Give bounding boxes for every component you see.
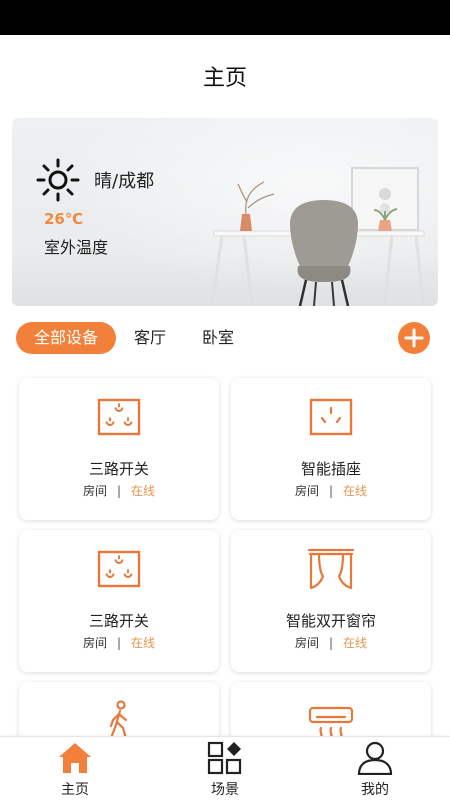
- device-meta: 房间 | 在线: [231, 634, 431, 651]
- meta-separator: |: [328, 484, 334, 498]
- tab-living-room[interactable]: 客厅: [134, 322, 166, 354]
- device-card[interactable]: 智能插座 房间 | 在线: [231, 378, 431, 520]
- weather-summary: 晴/成都: [36, 158, 154, 202]
- sun-icon: [36, 158, 80, 202]
- device-meta: 房间 | 在线: [231, 482, 431, 499]
- device-name: 三路开关: [88, 460, 149, 478]
- three-way-switch-icon: [97, 398, 141, 436]
- device-status: 在线: [343, 484, 368, 498]
- meta-separator: |: [116, 636, 122, 650]
- tab-bedroom[interactable]: 卧室: [202, 322, 234, 354]
- nav-home[interactable]: 主页: [25, 741, 125, 799]
- status-bar: [0, 0, 450, 35]
- room-tabs: 全部设备 客厅 卧室: [16, 322, 436, 356]
- device-card[interactable]: 三路开关 房间 | 在线: [19, 378, 219, 520]
- curtain-icon: [307, 548, 355, 590]
- smart-socket-icon: [309, 398, 353, 436]
- page-title: 主页: [202, 66, 247, 91]
- tab-all-devices[interactable]: 全部设备: [16, 322, 116, 354]
- add-device-button[interactable]: [398, 322, 430, 354]
- meta-separator: |: [328, 636, 334, 650]
- nav-profile[interactable]: 我的: [325, 741, 425, 799]
- device-name: 三路开关: [88, 612, 149, 630]
- nav-label-scene: 场景: [211, 782, 239, 798]
- profile-icon: [357, 741, 393, 775]
- nav-label-home: 主页: [61, 782, 89, 798]
- home-icon: [59, 743, 91, 773]
- meta-separator: |: [116, 484, 122, 498]
- weather-banner[interactable]: 晴/成都 26℃ 室外温度: [12, 118, 438, 306]
- device-name: 智能双开窗帘: [285, 612, 376, 630]
- plus-icon: [404, 328, 424, 348]
- nav-scene[interactable]: 场景: [175, 741, 275, 799]
- device-card[interactable]: 智能双开窗帘 房间 | 在线: [231, 530, 431, 672]
- device-room: 房间: [294, 636, 319, 650]
- weather-condition-city: 晴/成都: [94, 171, 155, 192]
- device-meta: 房间 | 在线: [19, 634, 219, 651]
- device-room: 房间: [294, 484, 319, 498]
- three-way-switch-icon: [97, 550, 141, 588]
- device-name: 智能插座: [300, 460, 361, 478]
- device-room: 房间: [82, 484, 107, 498]
- scene-icon: [207, 741, 242, 775]
- bottom-nav: 主页 场景 我的: [0, 736, 450, 800]
- device-status: 在线: [343, 636, 368, 650]
- room-illustration: [210, 167, 426, 306]
- device-status: 在线: [131, 636, 156, 650]
- device-room: 房间: [82, 636, 107, 650]
- device-card[interactable]: 三路开关 房间 | 在线: [19, 530, 219, 672]
- nav-label-profile: 我的: [361, 782, 389, 798]
- outdoor-temperature: 26℃: [44, 210, 84, 228]
- device-status: 在线: [131, 484, 156, 498]
- device-meta: 房间 | 在线: [19, 482, 219, 499]
- temperature-label: 室外温度: [44, 238, 109, 257]
